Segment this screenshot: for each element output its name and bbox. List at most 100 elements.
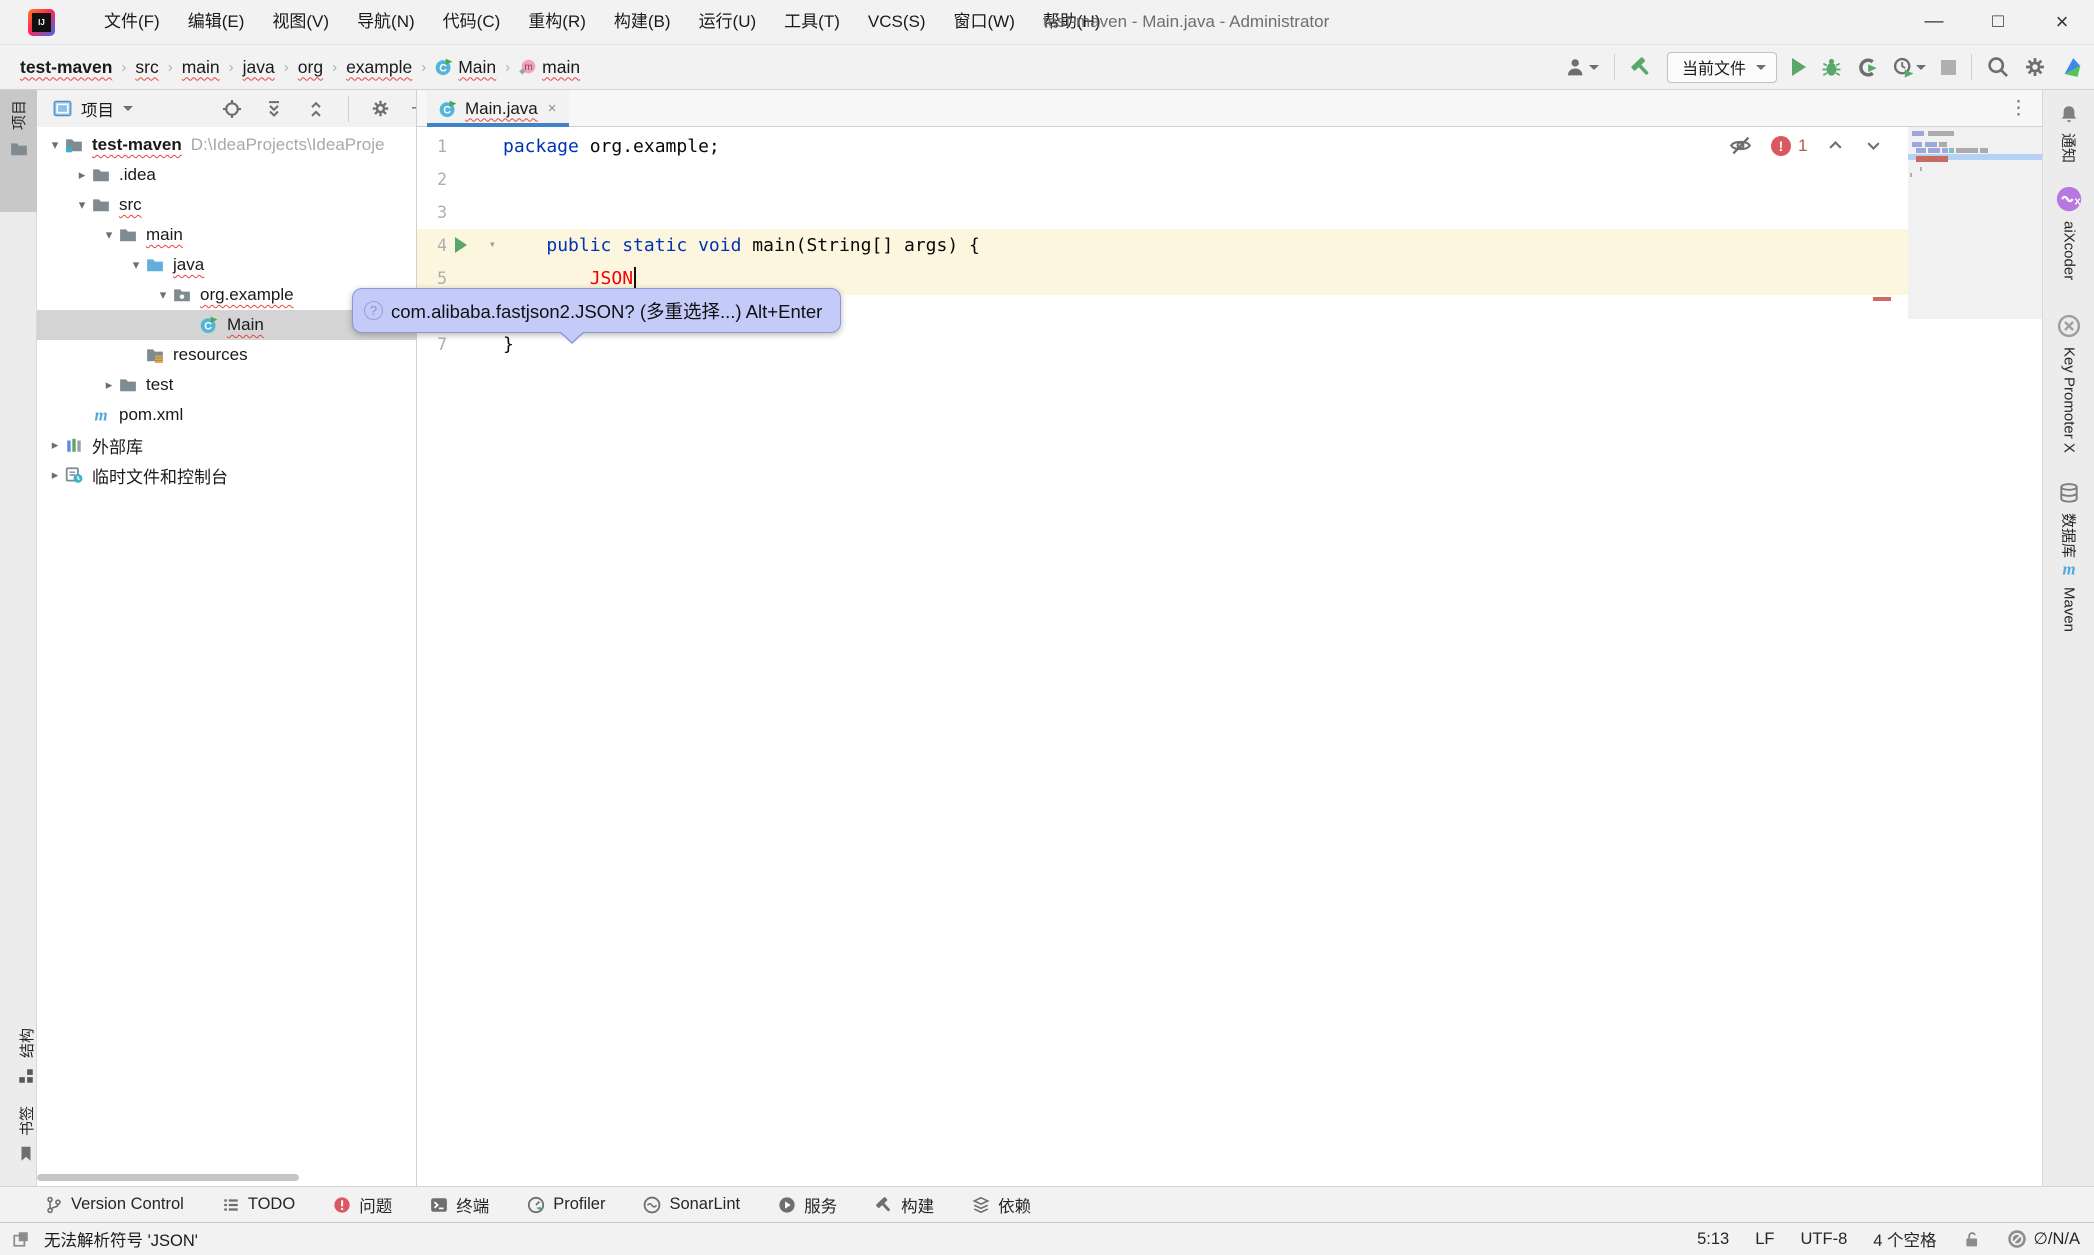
aixcoder-icon: x bbox=[2056, 186, 2082, 212]
breadcrumb-item-java[interactable]: java bbox=[243, 57, 275, 78]
error-badge-icon[interactable]: ! bbox=[1771, 136, 1791, 156]
tree-down-arrow-icon[interactable]: ▾ bbox=[72, 197, 92, 213]
breadcrumb-item-main[interactable]: mmain bbox=[519, 57, 580, 78]
chevron-down-icon[interactable] bbox=[123, 106, 133, 111]
minimize-button[interactable]: — bbox=[1902, 0, 1966, 44]
breadcrumb-item-org[interactable]: org bbox=[298, 57, 323, 78]
menu-文件[interactable]: 文件(F) bbox=[90, 0, 174, 44]
tab-main-java[interactable]: C Main.java × bbox=[427, 90, 569, 127]
tree-down-arrow-icon[interactable]: ▾ bbox=[45, 137, 65, 153]
breadcrumb-item-example[interactable]: example bbox=[346, 57, 412, 78]
menu-重构[interactable]: 重构(R) bbox=[514, 0, 600, 44]
fold-marker-icon[interactable]: ▾ bbox=[489, 237, 496, 251]
toolwindow-button-SonarLint[interactable]: SonarLint bbox=[643, 1195, 740, 1214]
search-everywhere-button[interactable] bbox=[1987, 56, 2009, 78]
tree-right-arrow-icon[interactable]: ▸ bbox=[45, 437, 65, 453]
code-line-3[interactable]: 3 bbox=[417, 196, 2042, 229]
toolwindow-toggle-icon[interactable] bbox=[12, 1230, 30, 1248]
tree-item-外部库[interactable]: ▸外部库 bbox=[37, 430, 417, 460]
tree-item-src[interactable]: ▾src bbox=[37, 190, 417, 220]
file-encoding[interactable]: UTF-8 bbox=[1801, 1230, 1848, 1249]
stripe-tab-Key Promoter X[interactable]: Key Promoter X bbox=[2043, 314, 2094, 453]
breadcrumb-item-main[interactable]: main bbox=[182, 57, 220, 78]
locate-icon[interactable] bbox=[222, 99, 242, 119]
tree-down-arrow-icon[interactable]: ▾ bbox=[153, 287, 173, 303]
caret-position[interactable]: 5:13 bbox=[1697, 1230, 1729, 1249]
expand-all-icon[interactable] bbox=[264, 99, 284, 119]
tree-right-arrow-icon[interactable]: ▸ bbox=[72, 167, 92, 183]
tree-down-arrow-icon[interactable]: ▾ bbox=[126, 257, 146, 273]
menu-运行[interactable]: 运行(U) bbox=[685, 0, 771, 44]
toolwindow-button-服务[interactable]: 服务 bbox=[778, 1193, 837, 1217]
highlight-off-icon[interactable] bbox=[1729, 134, 1752, 157]
tree-item-main[interactable]: ▾ main bbox=[37, 220, 417, 250]
toolwindow-button-终端[interactable]: 终端 bbox=[430, 1193, 489, 1217]
breadcrumb-item-Main[interactable]: CMain bbox=[435, 57, 496, 78]
build-hammer-button[interactable] bbox=[1630, 56, 1652, 78]
profiler-button[interactable] bbox=[1893, 57, 1926, 78]
gear-icon[interactable] bbox=[371, 99, 390, 118]
close-button[interactable]: × bbox=[2030, 0, 2094, 44]
breadcrumb-item-src[interactable]: src bbox=[135, 57, 158, 78]
maven-icon: m bbox=[92, 406, 110, 424]
menu-导航[interactable]: 导航(N) bbox=[343, 0, 429, 44]
next-error-icon[interactable] bbox=[1864, 136, 1883, 155]
code-editor[interactable]: 1package org.example;234▾ public static … bbox=[417, 127, 2042, 1186]
code-minimap[interactable] bbox=[1908, 127, 2042, 319]
horizontal-scrollbar[interactable] bbox=[37, 1174, 299, 1181]
toolwindow-button-问题[interactable]: 问题 bbox=[333, 1193, 392, 1217]
toolwindow-button-Profiler[interactable]: Profiler bbox=[527, 1195, 605, 1214]
prev-error-icon[interactable] bbox=[1826, 136, 1845, 155]
indent-setting[interactable]: 4 个空格 bbox=[1873, 1227, 1936, 1251]
toolwindow-button-构建[interactable]: 构建 bbox=[875, 1193, 934, 1217]
menu-工具[interactable]: 工具(T) bbox=[770, 0, 854, 44]
close-icon[interactable]: × bbox=[548, 100, 557, 117]
menu-构建[interactable]: 构建(B) bbox=[600, 0, 685, 44]
user-button[interactable] bbox=[1566, 57, 1599, 78]
tree-item-test[interactable]: ▸test bbox=[37, 370, 417, 400]
run-config-selector[interactable]: 当前文件 bbox=[1667, 52, 1777, 83]
unlock-icon[interactable] bbox=[1963, 1230, 1981, 1248]
toolwindow-button-Version Control[interactable]: Version Control bbox=[45, 1195, 184, 1214]
toolwindow-button-TODO[interactable]: TODO bbox=[222, 1195, 295, 1214]
maximize-button[interactable]: □ bbox=[1966, 0, 2030, 44]
menu-编辑[interactable]: 编辑(E) bbox=[174, 0, 259, 44]
tree-item-pom.xml[interactable]: mpom.xml bbox=[37, 400, 417, 430]
stripe-tab-aiXcoder[interactable]: xaiXcoder bbox=[2043, 186, 2094, 280]
menu-代码[interactable]: 代码(C) bbox=[429, 0, 515, 44]
error-stripe-mark[interactable] bbox=[1873, 297, 1891, 301]
quickfix-tooltip[interactable]: ? com.alibaba.fastjson2.JSON? (多重选择...) … bbox=[352, 288, 841, 333]
collapse-all-icon[interactable] bbox=[306, 99, 326, 119]
line-separator[interactable]: LF bbox=[1755, 1230, 1774, 1249]
breadcrumb-item-test-maven[interactable]: test-maven bbox=[20, 57, 112, 78]
ide-feature-icon[interactable] bbox=[2061, 56, 2084, 79]
stripe-tab-Maven[interactable]: mMaven bbox=[2043, 560, 2094, 632]
tree-item-test-maven[interactable]: ▾test-mavenD:\IdeaProjects\IdeaProje bbox=[37, 130, 417, 160]
code-line-4[interactable]: 4▾ public static void main(String[] args… bbox=[417, 229, 2042, 262]
project-panel-title[interactable]: 项目 bbox=[81, 97, 114, 121]
memory-indicator[interactable]: ∅/N/A bbox=[2034, 1229, 2080, 1249]
debug-button[interactable] bbox=[1821, 57, 1842, 78]
stripe-tab-数据库[interactable]: 数据库 bbox=[2043, 482, 2094, 558]
tree-item-java[interactable]: ▾java bbox=[37, 250, 417, 280]
stripe-tab-project[interactable]: 项目 bbox=[0, 90, 37, 212]
menu-VCS[interactable]: VCS(S) bbox=[854, 0, 940, 44]
tree-down-arrow-icon[interactable]: ▾ bbox=[99, 227, 119, 243]
tree-item-.idea[interactable]: ▸.idea bbox=[37, 160, 417, 190]
coverage-button[interactable] bbox=[1857, 57, 1878, 78]
settings-button[interactable] bbox=[2024, 56, 2046, 78]
menu-窗口[interactable]: 窗口(W) bbox=[940, 0, 1029, 44]
code-line-2[interactable]: 2 bbox=[417, 163, 2042, 196]
run-line-icon[interactable] bbox=[455, 237, 467, 253]
menu-视图[interactable]: 视图(V) bbox=[258, 0, 343, 44]
tree-item-resources[interactable]: resources bbox=[37, 340, 417, 370]
more-options-icon[interactable]: ⋮ bbox=[2009, 97, 2028, 120]
run-button[interactable] bbox=[1792, 58, 1806, 76]
tree-right-arrow-icon[interactable]: ▸ bbox=[45, 467, 65, 483]
stripe-tab-通知[interactable]: 通知 bbox=[2043, 104, 2094, 163]
tree-item-临时文件和控制台[interactable]: ▸临时文件和控制台 bbox=[37, 460, 417, 490]
toolwindow-button-依赖[interactable]: 依赖 bbox=[972, 1193, 1031, 1217]
tree-right-arrow-icon[interactable]: ▸ bbox=[99, 377, 119, 393]
token: package bbox=[503, 136, 590, 157]
tree-label: main bbox=[146, 225, 183, 245]
